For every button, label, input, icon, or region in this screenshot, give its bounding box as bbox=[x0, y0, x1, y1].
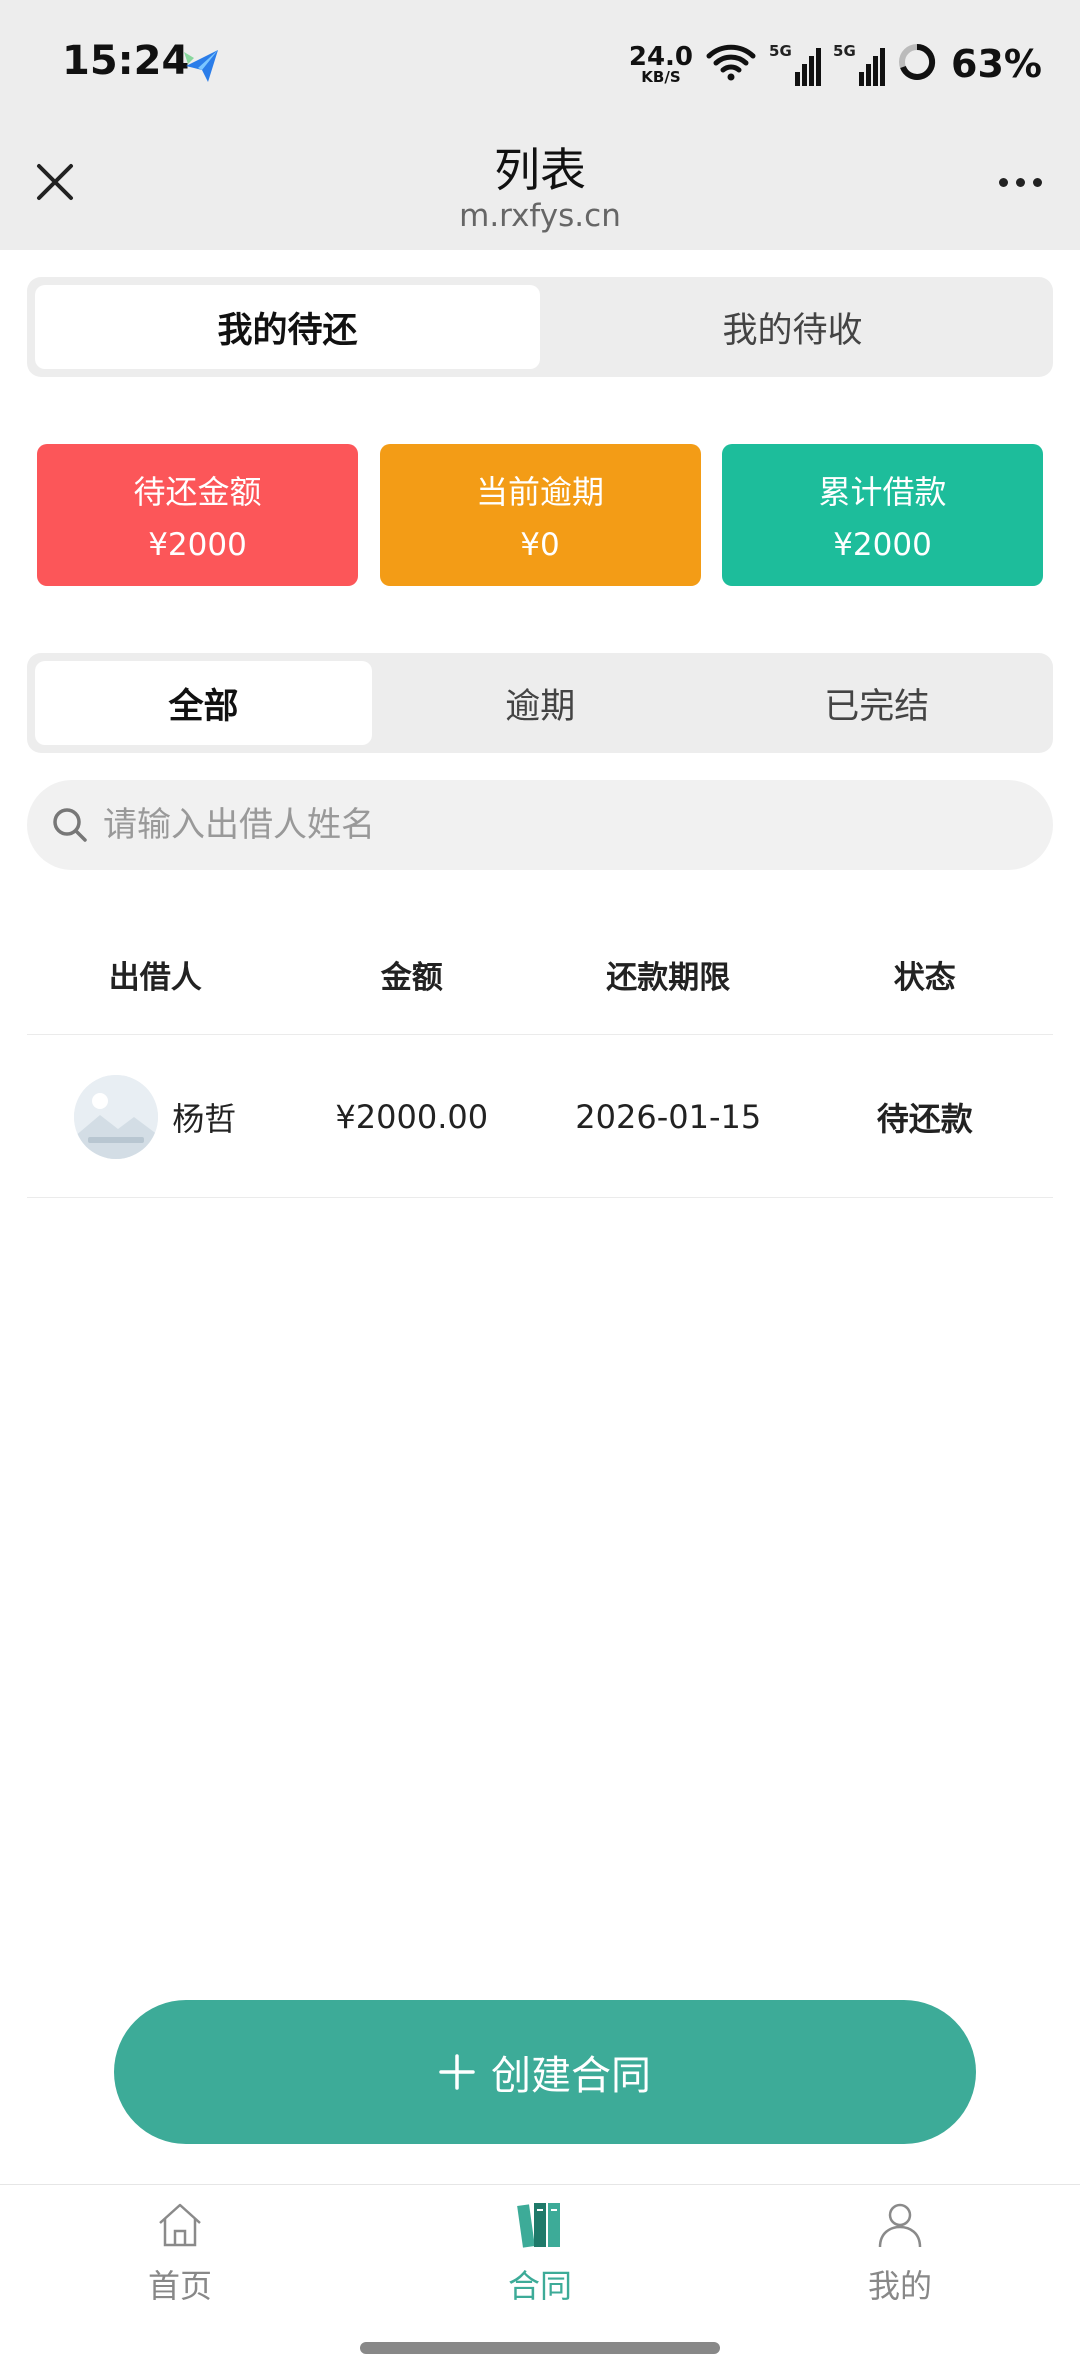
column-header-status: 状态 bbox=[893, 960, 956, 996]
stat-cards: 待还金额 ¥2000 当前逾期 ¥0 累计借款 ¥2000 bbox=[37, 444, 1043, 586]
signal-label: 5G bbox=[769, 42, 792, 60]
more-dot bbox=[1015, 177, 1025, 187]
battery-percent: 63% bbox=[951, 42, 1042, 86]
cellular-signal-icon: 5G bbox=[833, 42, 886, 86]
more-dot bbox=[998, 177, 1008, 187]
stat-value: ¥2000 bbox=[148, 527, 247, 563]
deadline-cell: 2026-01-15 bbox=[575, 1097, 762, 1136]
table-header: 出借人 金额 还款期限 状态 bbox=[27, 915, 1053, 1035]
filter-tab-overdue[interactable]: 逾期 bbox=[372, 661, 709, 745]
page-domain: m.rxfys.cn bbox=[459, 198, 621, 234]
stat-card-pending-repay[interactable]: 待还金额 ¥2000 bbox=[37, 444, 358, 586]
stat-label: 待还金额 bbox=[133, 473, 262, 511]
stat-label: 累计借款 bbox=[818, 473, 947, 511]
search-bar bbox=[27, 780, 1053, 870]
signal-label: 5G bbox=[833, 42, 856, 60]
top-bar: 15:24 24.0 KB/S 5G 5G 63% 列表 m.rxfys.cn bbox=[0, 0, 1080, 250]
nav-label-home: 首页 bbox=[147, 2267, 212, 2305]
contract-books-icon bbox=[517, 2203, 560, 2248]
page-title: 列表 bbox=[494, 143, 586, 197]
table-row[interactable]: 杨哲 ¥2000.00 2026-01-15 待还款 bbox=[27, 1036, 1053, 1198]
stat-value: ¥0 bbox=[520, 527, 560, 563]
wifi-icon bbox=[705, 42, 757, 86]
cellular-signal-icon: 5G bbox=[769, 42, 822, 86]
create-contract-button[interactable]: 创建合同 bbox=[114, 2000, 976, 2144]
network-speed-value: 24.0 bbox=[628, 41, 694, 72]
column-header-lender: 出借人 bbox=[108, 960, 202, 996]
filter-tab-completed[interactable]: 已完结 bbox=[709, 661, 1046, 745]
more-dot bbox=[1032, 177, 1042, 187]
tab-my-repayments[interactable]: 我的待还 bbox=[35, 285, 540, 369]
status-cell[interactable]: 待还款 bbox=[797, 1094, 1054, 1140]
user-icon bbox=[878, 2203, 922, 2248]
nav-label-mine: 我的 bbox=[867, 2267, 932, 2305]
status-time: 15:24 bbox=[62, 38, 190, 84]
nav-item-home[interactable]: 首页 bbox=[0, 2185, 360, 2376]
filter-tab-all[interactable]: 全部 bbox=[35, 661, 372, 745]
column-header-amount: 金额 bbox=[380, 960, 443, 996]
nav-label-contract: 合同 bbox=[507, 2267, 572, 2305]
status-filter-tabs: 全部 逾期 已完结 bbox=[27, 653, 1053, 753]
stat-card-overdue[interactable]: 当前逾期 ¥0 bbox=[379, 444, 701, 586]
lender-cell: 杨哲 bbox=[27, 1074, 284, 1159]
network-speed: 24.0 KB/S bbox=[629, 44, 693, 85]
tab-my-receivables[interactable]: 我的待收 bbox=[540, 285, 1045, 369]
avatar bbox=[74, 1074, 159, 1159]
column-header-deadline: 还款期限 bbox=[606, 960, 731, 996]
home-indicator-bar[interactable] bbox=[360, 2342, 720, 2354]
status-indicators: 24.0 KB/S 5G 5G 63% bbox=[629, 36, 1042, 92]
search-icon bbox=[53, 808, 87, 842]
stat-card-total-borrowed[interactable]: 累计借款 ¥2000 bbox=[722, 444, 1043, 586]
battery-icon bbox=[897, 42, 937, 86]
stat-value: ¥2000 bbox=[833, 527, 932, 563]
nav-item-mine[interactable]: 我的 bbox=[720, 2185, 1080, 2376]
network-speed-unit: KB/S bbox=[641, 67, 681, 86]
lender-name: 杨哲 bbox=[172, 1099, 237, 1138]
create-contract-label: 创建合同 bbox=[491, 2053, 651, 2099]
more-options-button[interactable] bbox=[988, 160, 1052, 204]
home-icon bbox=[159, 2203, 201, 2247]
lender-search-input[interactable] bbox=[103, 805, 1003, 845]
repay-receive-tabs: 我的待还 我的待收 bbox=[27, 277, 1053, 377]
amount-cell: ¥2000.00 bbox=[335, 1097, 489, 1136]
stat-label: 当前逾期 bbox=[475, 473, 604, 511]
paper-plane-app-icon bbox=[180, 44, 224, 88]
plus-icon bbox=[439, 2054, 475, 2090]
